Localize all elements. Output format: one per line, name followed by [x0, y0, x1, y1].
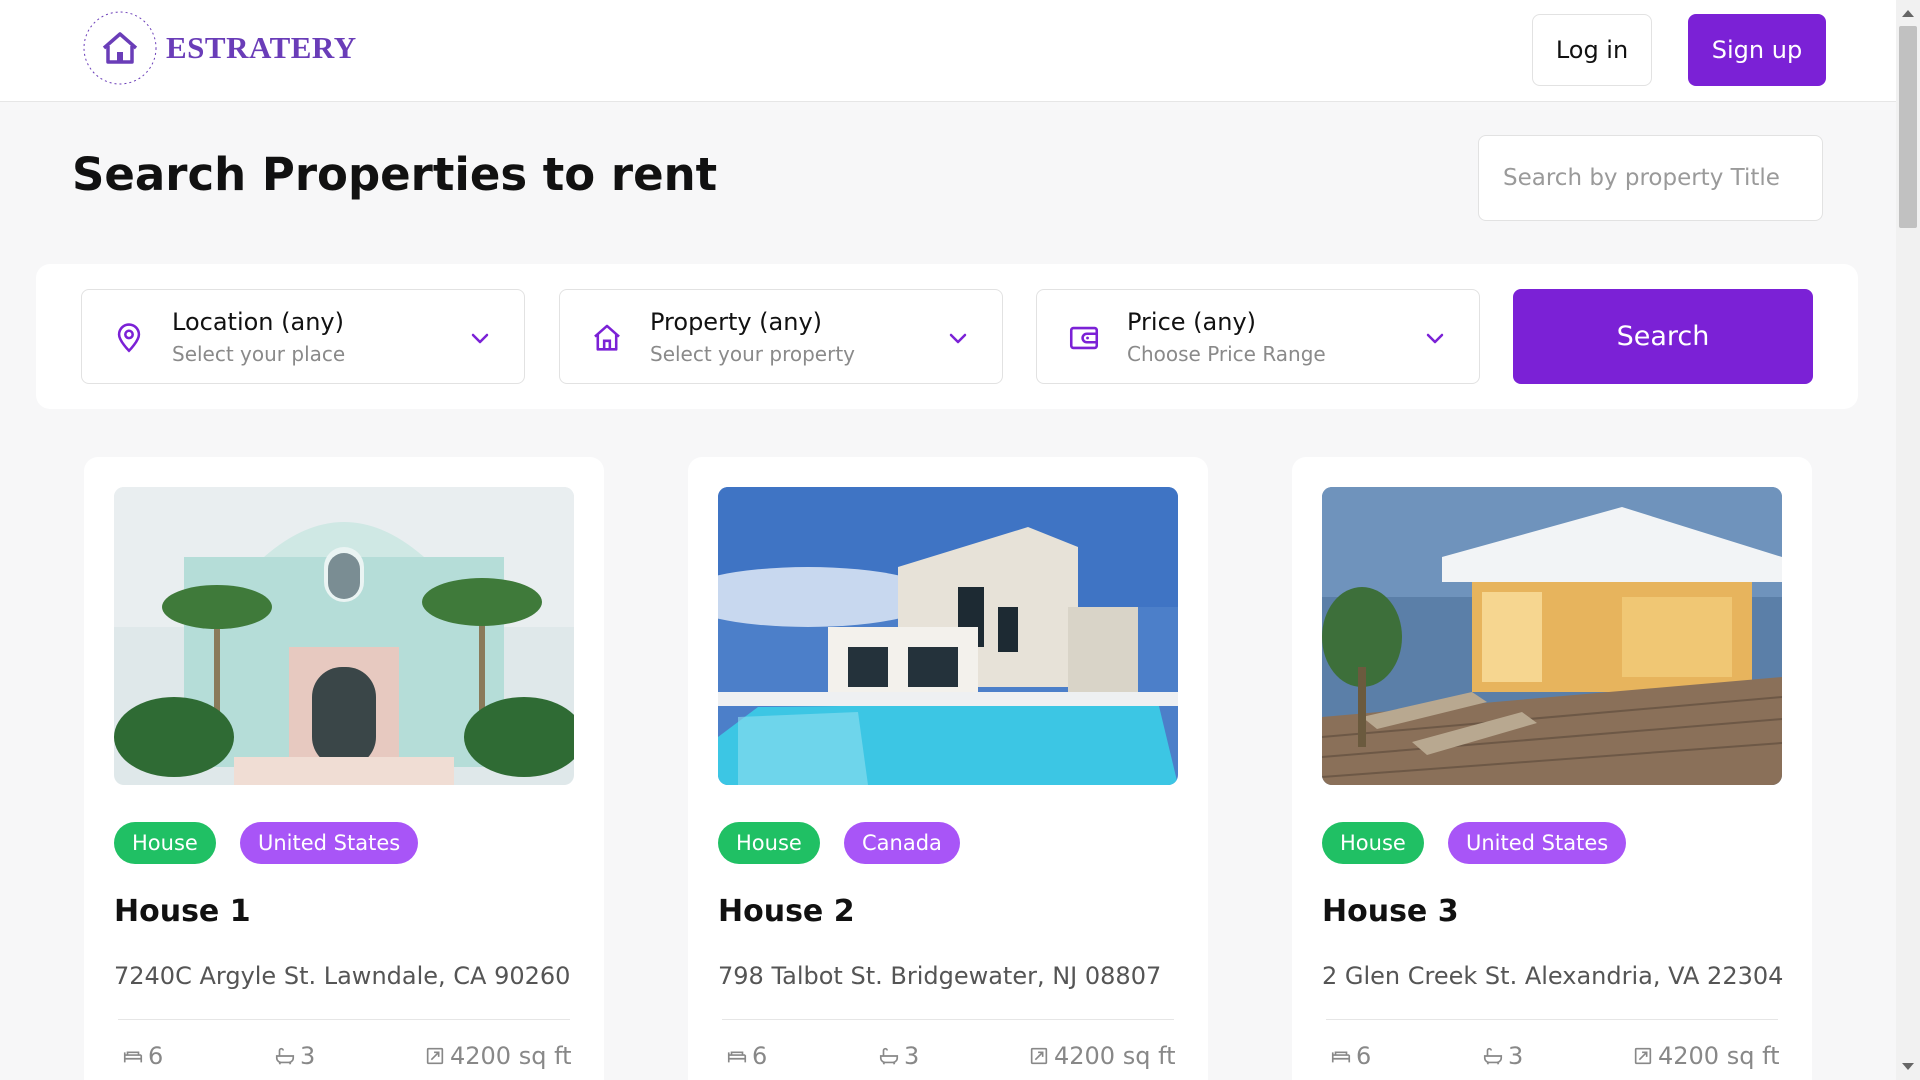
- bathrooms-stat: 3: [274, 1042, 315, 1070]
- bathtub-icon: [275, 1047, 295, 1065]
- login-button[interactable]: Log in: [1532, 14, 1652, 86]
- brand-logo[interactable]: ESTRATERY: [80, 8, 357, 88]
- property-address: 7240C Argyle St. Lawndale, CA 90260: [114, 962, 571, 990]
- area-value: 4200 sq ft: [1658, 1042, 1780, 1070]
- page-title: Search Properties to rent: [72, 148, 718, 201]
- property-title[interactable]: House 3: [1322, 894, 1459, 929]
- scroll-down-arrow-icon[interactable]: [1902, 1063, 1914, 1070]
- area-value: 4200 sq ft: [1054, 1042, 1176, 1070]
- area-icon: [426, 1047, 444, 1065]
- card-divider: [1326, 1019, 1778, 1020]
- filter-bar: Location (any) Select your place Propert…: [36, 264, 1858, 409]
- country-badge: United States: [1448, 822, 1627, 864]
- area-stat: 4200 sq ft: [1632, 1042, 1780, 1070]
- area-stat: 4200 sq ft: [424, 1042, 572, 1070]
- property-type-badge: House: [1322, 822, 1424, 864]
- price-sublabel: Choose Price Range: [1127, 342, 1326, 366]
- chevron-down-icon: [471, 333, 489, 344]
- scroll-thumb[interactable]: [1899, 26, 1917, 228]
- property-title[interactable]: House 1: [114, 894, 251, 929]
- bathrooms-stat: 3: [1482, 1042, 1523, 1070]
- wallet-icon: [1069, 326, 1099, 350]
- bathrooms-stat: 3: [878, 1042, 919, 1070]
- property-address: 2 Glen Creek St. Alexandria, VA 22304: [1322, 962, 1784, 990]
- bathrooms-count: 3: [300, 1042, 316, 1070]
- area-value: 4200 sq ft: [450, 1042, 572, 1070]
- area-icon: [1030, 1047, 1048, 1065]
- property-type-dropdown[interactable]: Property (any) Select your property: [559, 289, 1003, 384]
- bedrooms-stat: 6: [122, 1042, 163, 1070]
- property-address: 798 Talbot St. Bridgewater, NJ 08807: [718, 962, 1162, 990]
- property-photo[interactable]: [718, 487, 1178, 785]
- area-icon: [1634, 1047, 1652, 1065]
- location-sublabel: Select your place: [172, 342, 346, 366]
- bed-icon: [727, 1051, 747, 1063]
- property-card[interactable]: House United States House 3 2 Glen Creek…: [1292, 457, 1812, 1080]
- bedrooms-count: 6: [1356, 1042, 1372, 1070]
- location-dropdown[interactable]: Location (any) Select your place: [81, 289, 525, 384]
- bedrooms-stat: 6: [1330, 1042, 1371, 1070]
- home-icon: [594, 324, 620, 351]
- property-title[interactable]: House 2: [718, 894, 855, 929]
- property-photo[interactable]: [1322, 487, 1782, 785]
- top-navbar: ESTRATERY Log in Sign up: [0, 0, 1896, 102]
- bed-icon: [1331, 1051, 1351, 1063]
- property-title-search-input[interactable]: [1478, 135, 1823, 221]
- signup-button[interactable]: Sign up: [1688, 14, 1826, 86]
- chevron-down-icon: [1426, 333, 1444, 344]
- bathrooms-count: 3: [904, 1042, 920, 1070]
- property-sublabel: Select your property: [650, 342, 855, 366]
- price-range-dropdown[interactable]: Price (any) Choose Price Range: [1036, 289, 1480, 384]
- logo-badge-icon: [80, 8, 160, 88]
- card-divider: [118, 1019, 570, 1020]
- property-photo[interactable]: [114, 487, 574, 785]
- bedrooms-stat: 6: [726, 1042, 767, 1070]
- bathtub-icon: [1483, 1047, 1503, 1065]
- brand-name: ESTRATERY: [166, 30, 357, 65]
- bed-icon: [123, 1051, 143, 1063]
- property-type-badge: House: [114, 822, 216, 864]
- country-badge: Canada: [844, 822, 960, 864]
- search-button[interactable]: Search: [1513, 289, 1813, 384]
- bathtub-icon: [879, 1047, 899, 1065]
- country-badge: United States: [240, 822, 419, 864]
- bathrooms-count: 3: [1508, 1042, 1524, 1070]
- bedrooms-count: 6: [148, 1042, 164, 1070]
- bedrooms-count: 6: [752, 1042, 768, 1070]
- chevron-down-icon: [949, 333, 967, 344]
- location-label: Location (any): [172, 308, 344, 336]
- map-pin-icon: [117, 323, 141, 353]
- property-card[interactable]: House United States House 1 7240C Argyle…: [84, 457, 604, 1080]
- page-scrollbar[interactable]: [1896, 0, 1920, 1080]
- scroll-up-arrow-icon[interactable]: [1902, 10, 1914, 17]
- property-label: Property (any): [650, 308, 823, 336]
- price-label: Price (any): [1127, 308, 1257, 336]
- property-type-badge: House: [718, 822, 820, 864]
- property-card[interactable]: House Canada House 2 798 Talbot St. Brid…: [688, 457, 1208, 1080]
- area-stat: 4200 sq ft: [1028, 1042, 1176, 1070]
- card-divider: [722, 1019, 1174, 1020]
